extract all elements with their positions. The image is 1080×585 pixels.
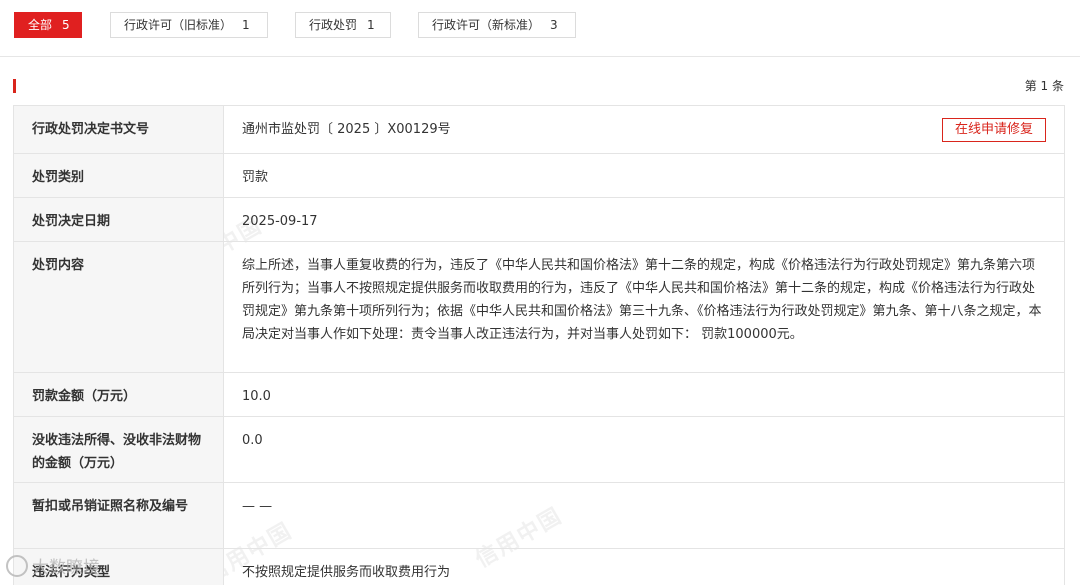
watermark-logo: 大数瞭境 bbox=[6, 553, 100, 578]
row-label: 行政处罚决定书文号 bbox=[14, 106, 224, 153]
online-repair-button[interactable]: 在线申请修复 bbox=[941, 118, 1046, 142]
tab-all-label: 全部 bbox=[28, 18, 53, 32]
record-index: 第 1 条 bbox=[1024, 79, 1064, 93]
row-label: 处罚决定日期 bbox=[14, 198, 224, 241]
row-value: 10.0 bbox=[242, 389, 271, 404]
logo-icon bbox=[6, 554, 28, 577]
row-value: 通州市监处罚〔 2025 〕X00129号 在线申请修复 bbox=[224, 106, 1064, 153]
row-value: 2025-09-17 bbox=[242, 214, 318, 229]
table-row: 违法行为类型 不按照规定提供服务而收取费用行为 bbox=[14, 549, 1064, 585]
row-label: 暂扣或吊销证照名称及编号 bbox=[14, 483, 224, 548]
tab-license-old[interactable]: 行政许可（旧标准） 1 bbox=[110, 12, 268, 38]
tab-all-count: 5 bbox=[62, 18, 70, 32]
table-row: 罚款金额（万元） 10.0 bbox=[14, 373, 1064, 417]
row-label: 没收违法所得、没收非法财物的金额（万元） bbox=[14, 417, 224, 482]
decision-number: 通州市监处罚〔 2025 〕X00129号 bbox=[242, 122, 451, 137]
row-value: 罚款 bbox=[242, 170, 269, 185]
penalty-detail-table: 行政处罚决定书文号 通州市监处罚〔 2025 〕X00129号 在线申请修复 处… bbox=[13, 105, 1065, 585]
row-value: 0.0 bbox=[242, 433, 263, 448]
table-row: 没收违法所得、没收非法财物的金额（万元） 0.0 bbox=[14, 417, 1064, 483]
watermark-logo-text: 大数瞭境 bbox=[32, 558, 100, 578]
tab-license-old-count: 1 bbox=[242, 18, 250, 32]
row-label: 处罚内容 bbox=[14, 242, 224, 372]
tab-license-new[interactable]: 行政许可（新标准） 3 bbox=[418, 12, 576, 38]
tab-penalty-count: 1 bbox=[367, 18, 375, 32]
section-marker bbox=[13, 79, 16, 93]
table-row: 行政处罚决定书文号 通州市监处罚〔 2025 〕X00129号 在线申请修复 bbox=[14, 106, 1064, 154]
tab-penalty-label: 行政处罚 bbox=[309, 18, 358, 32]
table-row: 处罚决定日期 2025-09-17 bbox=[14, 198, 1064, 242]
row-value: 不按照规定提供服务而收取费用行为 bbox=[242, 565, 451, 580]
table-row: 暂扣或吊销证照名称及编号 — — bbox=[14, 483, 1064, 549]
top-divider bbox=[0, 56, 1080, 57]
row-value: 综上所述，当事人重复收费的行为，违反了《中华人民共和国价格法》第十二条的规定，构… bbox=[242, 258, 1042, 342]
tab-license-old-label: 行政许可（旧标准） bbox=[124, 18, 233, 32]
tab-penalty[interactable]: 行政处罚 1 bbox=[295, 12, 391, 38]
row-label: 处罚类别 bbox=[14, 154, 224, 197]
tab-license-new-label: 行政许可（新标准） bbox=[432, 18, 541, 32]
tab-all[interactable]: 全部 5 bbox=[14, 12, 82, 38]
tab-license-new-count: 3 bbox=[550, 18, 558, 32]
table-row: 处罚类别 罚款 bbox=[14, 154, 1064, 198]
row-value: — — bbox=[242, 499, 273, 514]
row-label: 罚款金额（万元） bbox=[14, 373, 224, 416]
table-row: 处罚内容 综上所述，当事人重复收费的行为，违反了《中华人民共和国价格法》第十二条… bbox=[14, 242, 1064, 373]
